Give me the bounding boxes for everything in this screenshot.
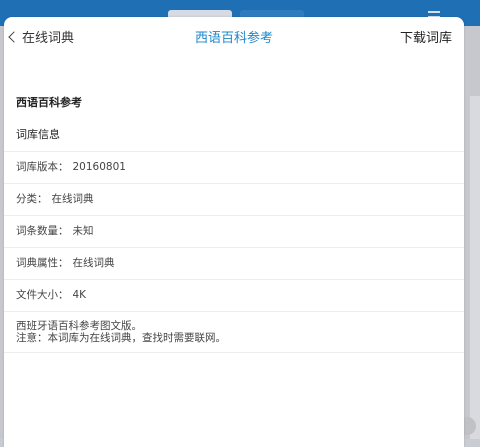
info-label: 词库版本： bbox=[16, 161, 69, 173]
info-value: 4K bbox=[72, 289, 87, 301]
info-label: 文件大小： bbox=[16, 289, 69, 301]
info-label: 词条数量： bbox=[16, 225, 69, 237]
info-list: 词库版本： 20160801 分类： 在线词典 词条数量： 未知 词典属性： 在… bbox=[4, 151, 464, 353]
dictionary-detail-modal: 在线词典 西语百科参考 下载词库 西语百科参考 词库信息 词库版本： 20160… bbox=[4, 17, 464, 447]
description-line-2: 注意：本词库为在线词典，查找时需要联网。 bbox=[16, 332, 226, 344]
modal-title: 西语百科参考 bbox=[194, 31, 273, 46]
info-label: 词典属性： bbox=[16, 257, 69, 269]
dictionary-name: 西语百科参考 bbox=[16, 96, 82, 109]
description-line-1: 西班牙语百科参考图文版。 bbox=[16, 320, 142, 332]
info-value: 在线词典 bbox=[72, 257, 115, 269]
info-row-attribute: 词典属性： 在线词典 bbox=[4, 247, 464, 279]
dictionary-description: 西班牙语百科参考图文版。 注意：本词库为在线词典，查找时需要联网。 bbox=[4, 311, 464, 353]
info-value: 20160801 bbox=[72, 161, 126, 173]
info-value: 在线词典 bbox=[51, 193, 94, 205]
background-panel-edge bbox=[470, 96, 480, 439]
info-row-version: 词库版本： 20160801 bbox=[4, 151, 464, 183]
info-row-category: 分类： 在线词典 bbox=[4, 183, 464, 215]
info-value: 未知 bbox=[72, 225, 94, 237]
info-row-file-size: 文件大小： 4K bbox=[4, 279, 464, 311]
download-button[interactable]: 下载词库 bbox=[400, 27, 452, 46]
info-row-entry-count: 词条数量： 未知 bbox=[4, 215, 464, 247]
info-label: 分类： bbox=[16, 193, 48, 205]
info-section-title: 词库信息 bbox=[16, 128, 60, 141]
modal-header: 在线词典 西语百科参考 下载词库 bbox=[4, 17, 464, 55]
